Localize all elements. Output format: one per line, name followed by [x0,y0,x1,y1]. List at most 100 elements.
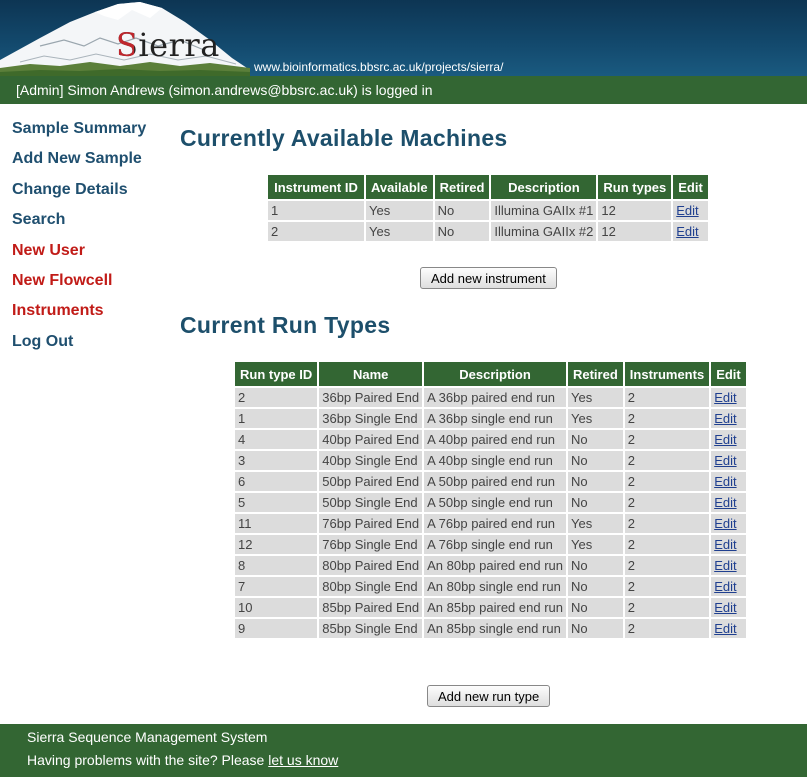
edit-link[interactable]: Edit [714,411,736,426]
col-available: Available [366,175,433,199]
run-types-table: Run type ID Name Description Retired Ins… [233,360,748,640]
page-header: Sierra Sierra www.bioinformatics.bbsrc.a… [0,0,807,76]
available-cell: Yes [366,222,433,241]
edit-link[interactable]: Edit [714,453,736,468]
description-cell: An 85bp paired end run [424,598,566,617]
edit-link[interactable]: Edit [714,474,736,489]
run-types-cell: 12 [598,201,672,220]
name-cell: 50bp Paired End [319,472,423,491]
nav-instruments[interactable]: Instruments [12,298,146,328]
nav-new-user[interactable]: New User [12,238,146,268]
run-type-id-cell: 1 [235,409,318,428]
available-cell: Yes [366,201,433,220]
run-types-header-row: Run type ID Name Description Retired Ins… [235,362,746,386]
name-cell: 85bp Single End [319,619,423,638]
machines-header-row: Instrument ID Available Retired Descript… [268,175,708,199]
edit-link[interactable]: Edit [714,390,736,405]
run-type-id-cell: 2 [235,388,318,407]
nav-change-details[interactable]: Change Details [12,177,146,207]
description-cell: An 80bp single end run [424,577,566,596]
table-row: 2 Yes No Illumina GAIIx #2 12 Edit [268,222,708,241]
page-footer: Sierra Sequence Management System Having… [0,724,807,777]
contact-link[interactable]: let us know [268,752,338,768]
edit-link[interactable]: Edit [676,203,698,218]
edit-link[interactable]: Edit [714,621,736,636]
run-types-heading: Current Run Types [180,312,391,338]
table-row: 4 40bp Paired End A 40bp paired end run No 2… [235,430,746,449]
edit-cell: Edit [711,535,746,554]
name-cell: 40bp Paired End [319,430,423,449]
login-status-text: [Admin] Simon Andrews (simon.andrews@bbs… [16,82,433,98]
login-status-bar: [Admin] Simon Andrews (simon.andrews@bbs… [0,76,807,104]
name-cell: 80bp Paired End [319,556,423,575]
edit-link[interactable]: Edit [714,432,736,447]
nav-add-new-sample[interactable]: Add New Sample [12,146,146,176]
edit-link[interactable]: Edit [714,516,736,531]
instruments-cell: 2 [624,409,710,428]
site-url-link[interactable]: www.bioinformatics.bbsrc.ac.uk/projects/… [254,60,503,74]
description-cell: Illumina GAIIx #2 [491,222,597,241]
instruments-cell: 2 [624,388,710,407]
run-type-id-cell: 9 [235,619,318,638]
add-new-instrument-button[interactable]: Add new instrument [420,267,557,289]
name-cell: 76bp Paired End [319,514,423,533]
run-type-id-cell: 3 [235,451,318,470]
machines-table: Instrument ID Available Retired Descript… [266,173,710,243]
table-row: 5 50bp Single End A 50bp single end run No 2… [235,493,746,512]
edit-cell: Edit [711,577,746,596]
nav-sample-summary[interactable]: Sample Summary [12,116,146,146]
nav-search[interactable]: Search [12,207,146,237]
edit-link[interactable]: Edit [714,558,736,573]
retired-cell: No [434,201,490,220]
edit-link[interactable]: Edit [714,495,736,510]
instruments-cell: 2 [624,556,710,575]
edit-link[interactable]: Edit [676,224,698,239]
instruments-cell: 2 [624,598,710,617]
run-types-cell: 12 [598,222,672,241]
description-cell: A 76bp single end run [424,535,566,554]
instruments-cell: 2 [624,493,710,512]
retired-cell: Yes [567,409,623,428]
table-row: 3 40bp Single End A 40bp single end run No 2… [235,451,746,470]
run-type-id-cell: 8 [235,556,318,575]
name-cell: 50bp Single End [319,493,423,512]
col-run-types: Run types [598,175,672,199]
col-instrument-id: Instrument ID [268,175,364,199]
retired-cell: No [567,577,623,596]
table-row: 9 85bp Single End An 85bp single end run No… [235,619,746,638]
edit-link[interactable]: Edit [714,600,736,615]
edit-cell: Edit [711,556,746,575]
retired-cell: No [567,430,623,449]
name-cell: 85bp Paired End [319,598,423,617]
edit-cell: Edit [711,493,746,512]
edit-link[interactable]: Edit [714,537,736,552]
nav-log-out[interactable]: Log Out [12,329,146,359]
description-cell: An 80bp paired end run [424,556,566,575]
col-edit: Edit [673,175,708,199]
instruments-cell: 2 [624,535,710,554]
instrument-id-cell: 1 [268,201,364,220]
edit-cell: Edit [711,598,746,617]
run-types-body: 2 36bp Paired End A 36bp paired end run Yes… [235,388,746,638]
name-cell: 40bp Single End [319,451,423,470]
col-description: Description [424,362,566,386]
description-cell: Illumina GAIIx #1 [491,201,597,220]
machines-heading: Currently Available Machines [180,125,508,151]
add-new-run-type-button[interactable]: Add new run type [427,685,551,707]
instrument-id-cell: 2 [268,222,364,241]
col-run-type-id: Run type ID [235,362,318,386]
instruments-cell: 2 [624,619,710,638]
description-cell: A 50bp paired end run [424,472,566,491]
run-type-id-cell: 5 [235,493,318,512]
description-cell: A 76bp paired end run [424,514,566,533]
description-cell: A 50bp single end run [424,493,566,512]
edit-link[interactable]: Edit [714,579,736,594]
name-cell: 36bp Paired End [319,388,423,407]
retired-cell: Yes [567,535,623,554]
table-row: 1 Yes No Illumina GAIIx #1 12 Edit [268,201,708,220]
retired-cell: No [567,493,623,512]
run-type-id-cell: 6 [235,472,318,491]
run-type-id-cell: 11 [235,514,318,533]
nav-new-flowcell[interactable]: New Flowcell [12,268,146,298]
table-row: 8 80bp Paired End An 80bp paired end run No… [235,556,746,575]
